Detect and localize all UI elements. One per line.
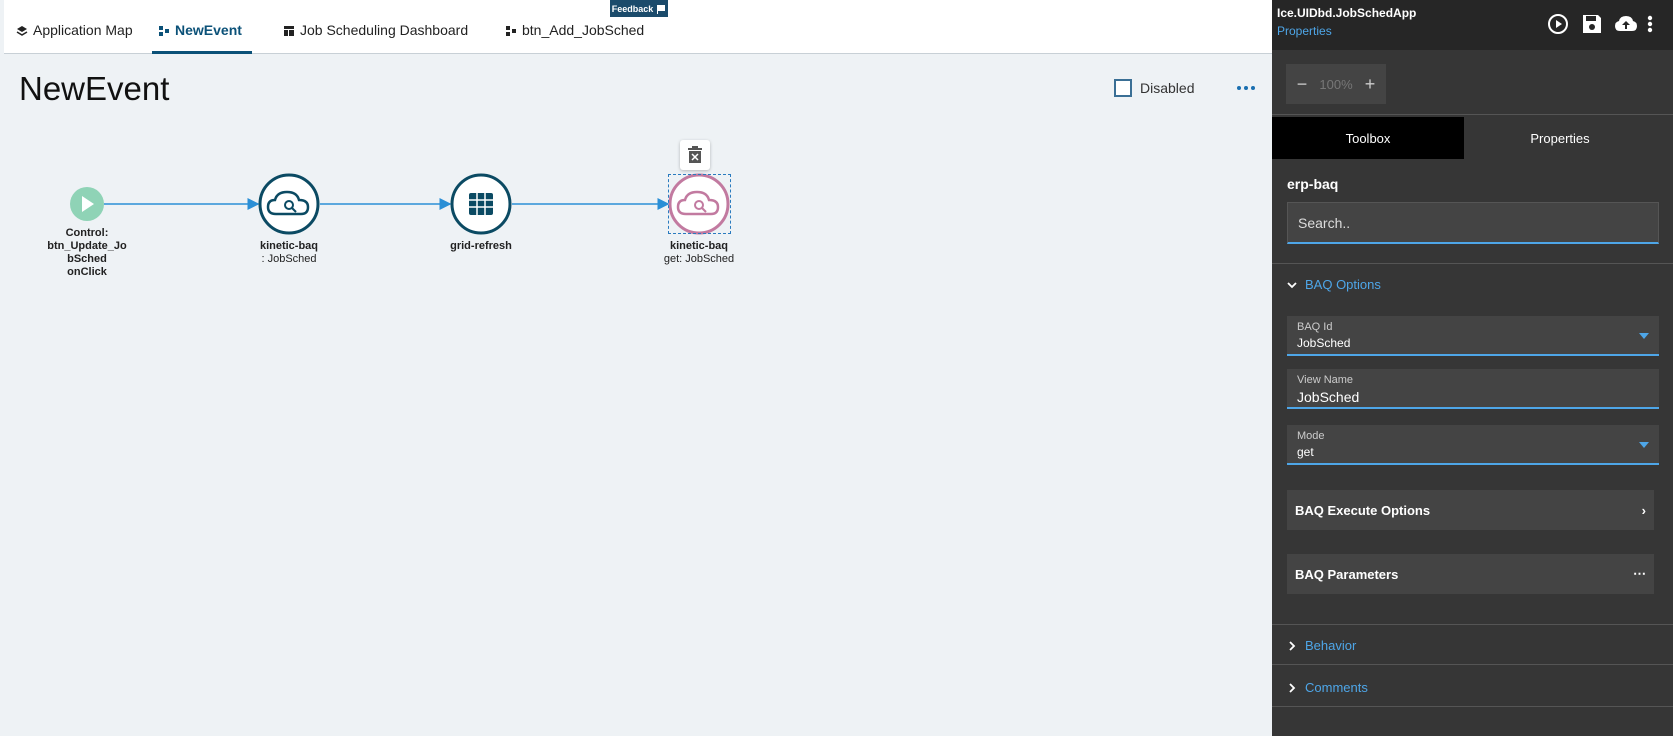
zoom-control: − 100% + <box>1286 64 1386 104</box>
node-label-line: onClick <box>67 266 107 278</box>
divider <box>1272 664 1673 665</box>
tab-application-map[interactable]: Application Map <box>16 22 133 54</box>
baq-options-title: BAQ Options <box>1305 277 1381 292</box>
trash-icon <box>688 146 702 163</box>
kinetic-baq-node-label: kinetic-baq : JobSched <box>244 240 334 266</box>
feedback-button[interactable]: Feedback <box>610 0 668 17</box>
chevron-right-icon: › <box>1641 502 1646 518</box>
save-icon[interactable] <box>1580 12 1604 36</box>
baq-id-value: JobSched <box>1297 336 1351 350</box>
panel-header: Ice.UIDbd.JobSchedApp Properties <box>1272 0 1673 50</box>
chevron-right-icon <box>1289 640 1296 651</box>
properties-panel: Ice.UIDbd.JobSchedApp Properties − 100% … <box>1272 0 1673 736</box>
flag-icon <box>657 4 666 14</box>
event-icon <box>159 26 169 36</box>
divider <box>1272 114 1673 115</box>
node-label-line: : JobSched <box>261 253 317 265</box>
tab-label: Application Map <box>33 22 133 38</box>
grid-refresh-node-label: grid-refresh <box>436 240 526 253</box>
baq-execute-options-button[interactable]: BAQ Execute Options › <box>1287 490 1654 530</box>
section-title: erp-baq <box>1287 176 1339 192</box>
search-input[interactable] <box>1287 202 1659 244</box>
comments-toggle[interactable]: Comments <box>1287 680 1368 695</box>
node-label-line: grid-refresh <box>450 240 512 252</box>
dashboard-icon <box>284 26 294 36</box>
behavior-title: Behavior <box>1305 638 1357 653</box>
divider <box>1272 624 1673 625</box>
zoom-level: 100% <box>1319 76 1353 92</box>
zoom-in-button[interactable]: + <box>1362 74 1378 95</box>
node-label-line: btn_Update_Jo <box>47 240 127 252</box>
cloud-upload-icon[interactable] <box>1614 12 1638 36</box>
baq-execute-options-label: BAQ Execute Options <box>1295 502 1431 518</box>
behavior-toggle[interactable]: Behavior <box>1287 638 1356 653</box>
tab-newevent[interactable]: NewEvent <box>152 22 252 54</box>
dropdown-caret-icon <box>1639 333 1649 339</box>
view-name-label: View Name <box>1297 374 1354 386</box>
trigger-node[interactable] <box>70 187 104 221</box>
view-name-value: JobSched <box>1297 389 1360 405</box>
node-label-line: Control: <box>65 227 109 239</box>
selection-outline <box>668 174 731 234</box>
flow-diagram <box>70 173 730 235</box>
tab-properties[interactable]: Properties <box>1464 117 1656 159</box>
kebab-menu-icon[interactable] <box>1644 12 1656 36</box>
feedback-label: Feedback <box>611 3 654 14</box>
mode-value: get <box>1297 445 1314 459</box>
tab-job-scheduling-dashboard[interactable]: Job Scheduling Dashboard <box>283 22 468 54</box>
baq-parameters-label: BAQ Parameters <box>1295 566 1399 582</box>
kinetic-baq-get-node-label: kinetic-baq get: JobSched <box>649 240 749 266</box>
kinetic-baq-node[interactable] <box>258 173 320 235</box>
tab-label: btn_Add_JobSched <box>522 22 645 38</box>
grid-refresh-node[interactable] <box>450 173 512 235</box>
dropdown-caret-icon <box>1639 442 1649 448</box>
mode-select[interactable]: Mode get <box>1287 425 1659 465</box>
baq-options-toggle[interactable]: BAQ Options <box>1287 277 1381 292</box>
event-canvas: NewEvent Disabled Control: btn_Update_Jo… <box>4 54 1272 736</box>
node-label-line: bSched <box>67 253 107 265</box>
chevron-down-icon <box>1287 281 1297 288</box>
baq-id-select[interactable]: BAQ Id JobSched <box>1287 316 1659 356</box>
zoom-out-button[interactable]: − <box>1294 74 1310 95</box>
grid-icon <box>469 193 493 215</box>
divider <box>1272 706 1673 707</box>
tab-label: NewEvent <box>175 22 242 38</box>
delete-node-button[interactable] <box>680 140 710 170</box>
run-icon[interactable] <box>1546 12 1570 36</box>
tab-toolbox[interactable]: Toolbox <box>1272 117 1464 159</box>
tab-label: Job Scheduling Dashboard <box>300 22 469 38</box>
app-name: Ice.UIDbd.JobSchedApp <box>1277 6 1417 20</box>
baq-parameters-button[interactable]: BAQ Parameters ⋯ <box>1287 554 1654 594</box>
comments-title: Comments <box>1305 680 1368 695</box>
tab-btn-add-jobsched[interactable]: btn_Add_JobSched <box>505 22 644 54</box>
node-label-line: kinetic-baq <box>259 240 319 252</box>
divider <box>1272 263 1673 264</box>
mode-label: Mode <box>1297 430 1325 442</box>
ellipsis-icon: ⋯ <box>1633 566 1646 581</box>
chevron-right-icon <box>1289 682 1296 693</box>
layers-icon <box>16 26 28 36</box>
trigger-node-label: Control: btn_Update_Jo bSched onClick <box>42 227 132 279</box>
view-name-field[interactable]: View Name JobSched <box>1287 369 1659 409</box>
node-label-line: kinetic-baq <box>669 240 729 252</box>
baq-id-label: BAQ Id <box>1297 321 1333 333</box>
tab-bar: Application Map NewEvent Job Scheduling … <box>4 0 1272 54</box>
properties-link[interactable]: Properties <box>1277 24 1332 38</box>
node-label-line: get: JobSched <box>663 253 735 265</box>
event-icon <box>506 26 516 36</box>
